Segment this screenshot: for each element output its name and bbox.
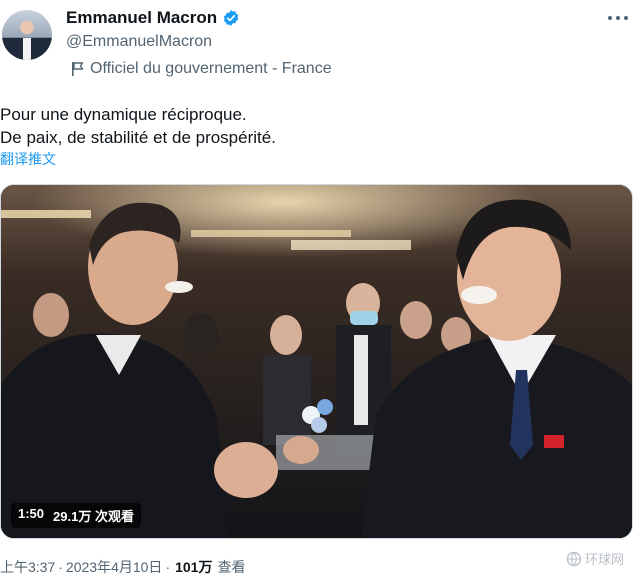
avatar[interactable]	[2, 10, 52, 60]
verified-badge-icon	[224, 10, 239, 26]
translate-tweet-link[interactable]: 翻译推文	[0, 149, 56, 169]
affiliation-text: Officiel du gouvernement - France	[90, 60, 332, 77]
author-name-row: Emmanuel Macron	[66, 8, 240, 28]
video-views: 29.1万 次观看	[53, 509, 134, 524]
tweet-card: Emmanuel Macron @EmmanuelMacron Officiel…	[0, 0, 639, 587]
video-info-badge: 1:50 29.1万 次观看	[11, 503, 141, 528]
flag-icon	[72, 62, 84, 76]
views-label: 查看	[217, 559, 246, 575]
tweet-text: Pour une dynamique réciproque. De paix, …	[0, 103, 276, 149]
separator-dot: ·	[165, 559, 171, 575]
video-thumbnail	[1, 185, 632, 538]
tweet-metadata: 上午3:37 · 2023年4月10日 · 101万 查看	[0, 557, 245, 577]
tweet-time[interactable]: 上午3:37	[0, 557, 55, 577]
author-handle[interactable]: @EmmanuelMacron	[66, 33, 212, 51]
more-options-button[interactable]	[608, 12, 628, 24]
tweet-line-1: Pour une dynamique réciproque.	[0, 105, 247, 124]
views-count: 101万	[175, 559, 213, 575]
tweet-line-2: De paix, de stabilité et de prospérité.	[0, 128, 276, 147]
separator-dot: ·	[58, 559, 63, 575]
tweet-date[interactable]: 2023年4月10日	[66, 557, 163, 577]
video-player[interactable]: 1:50 29.1万 次观看	[0, 184, 633, 539]
avatar-shirt	[23, 38, 31, 60]
affiliation: Officiel du gouvernement - France	[71, 60, 332, 78]
video-duration: 1:50	[18, 506, 45, 521]
watermark: 环球网	[566, 549, 624, 568]
globe-watermark-icon	[566, 551, 582, 566]
watermark-text: 环球网	[585, 552, 625, 567]
author-name[interactable]: Emmanuel Macron	[66, 8, 217, 28]
